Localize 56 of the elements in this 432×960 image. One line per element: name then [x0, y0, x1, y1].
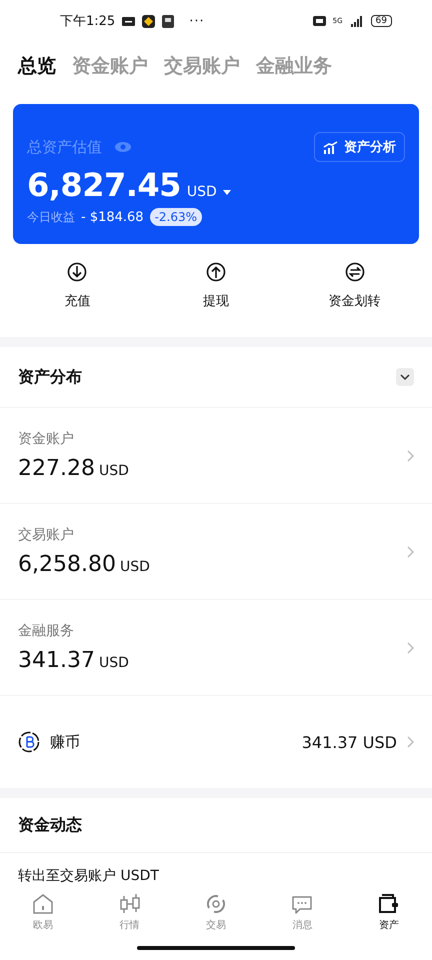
account-row[interactable]: 金融服务 341.37 USD	[0, 600, 432, 696]
message-icon	[122, 16, 136, 26]
nav-item[interactable]: 行情	[100, 892, 160, 932]
analysis-button[interactable]: 资产分析	[314, 132, 405, 162]
action-button[interactable]: 资金划转	[304, 262, 405, 332]
download-icon	[67, 262, 88, 282]
caret-icon	[222, 190, 231, 194]
account-value: 227.28	[18, 456, 95, 481]
summary-title: 总资产估值	[27, 138, 102, 156]
hd-icon	[312, 16, 326, 26]
chevron-icon	[407, 450, 414, 462]
account-row[interactable]: 资金账户 227.28 USD	[0, 408, 432, 504]
action-button[interactable]: 充值	[27, 262, 128, 332]
battery-level: 69	[370, 15, 392, 27]
pnl-percent: -2.63%	[150, 208, 202, 226]
account-name: 资金账户	[18, 430, 75, 448]
chart-icon	[323, 140, 338, 154]
signal-icon	[350, 16, 364, 26]
transfer-icon	[344, 262, 365, 282]
chevron-icon	[407, 642, 414, 654]
account-value: 6,258.80	[18, 552, 116, 577]
section-title: 资金动态	[18, 814, 82, 836]
upload-icon	[206, 262, 226, 282]
chevron-icon[interactable]	[396, 368, 414, 386]
section-title: 资产分布	[18, 366, 82, 388]
currency-selector[interactable]: USD	[186, 184, 231, 200]
nav-item[interactable]: 资产	[358, 892, 419, 932]
status-more: ···	[189, 14, 205, 28]
activity-item[interactable]: 转出至交易账户 USDT	[18, 868, 159, 884]
coin-icon	[18, 731, 40, 753]
account-row[interactable]: 交易账户 6,258.80 USD	[0, 504, 432, 600]
status-time: 下午1:25	[60, 13, 116, 30]
earn-name: 赚币	[50, 732, 80, 752]
account-name: 金融服务	[18, 622, 75, 640]
earn-value: 341.37 USD	[302, 732, 397, 752]
currency-label: USD	[98, 463, 129, 479]
app-icon	[162, 14, 174, 28]
action-button[interactable]: 提现	[166, 262, 266, 332]
nav-item[interactable]: 交易	[186, 892, 246, 932]
home-icon	[31, 892, 56, 916]
currency-label: USD	[120, 559, 150, 575]
total-value: 6,827.45	[27, 166, 181, 204]
app-icon	[142, 14, 156, 28]
pnl-label: 今日收益	[27, 208, 75, 226]
account-name: 交易账户	[18, 526, 75, 544]
candlestick-icon	[118, 892, 142, 916]
chevron-icon	[407, 736, 414, 748]
nav-item[interactable]: 欧易	[13, 892, 74, 932]
nav-item[interactable]: 消息	[272, 892, 332, 932]
currency-label: USD	[98, 655, 129, 671]
wallet-icon	[376, 892, 401, 916]
pnl-value: - $184.68	[81, 210, 144, 224]
account-value: 341.37	[18, 648, 95, 673]
earn-row[interactable]: 赚币 341.37 USD	[0, 696, 432, 788]
tab[interactable]: 总览	[18, 53, 56, 79]
chevron-icon	[407, 546, 414, 558]
